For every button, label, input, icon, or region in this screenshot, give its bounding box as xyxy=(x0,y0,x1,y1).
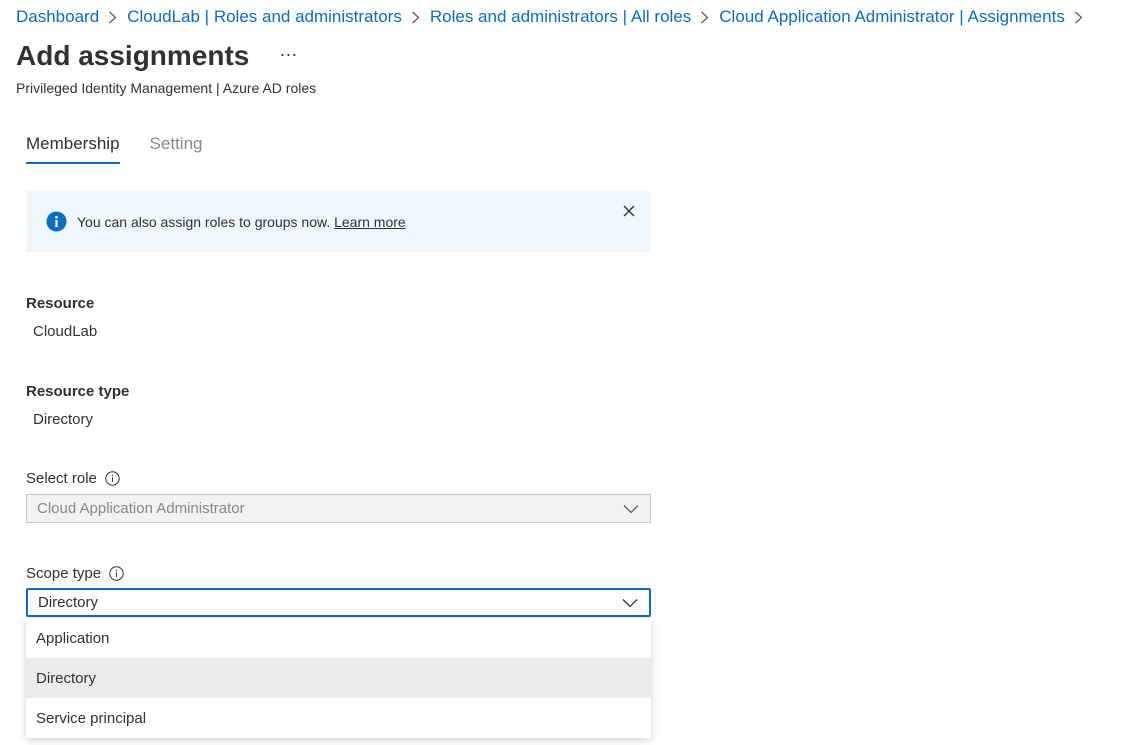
scope-type-dropdown[interactable]: Directory xyxy=(26,588,651,617)
chevron-down-icon xyxy=(623,504,639,513)
scope-type-value: Directory xyxy=(38,594,99,611)
chevron-right-icon xyxy=(411,11,420,24)
page-title: Add assignments xyxy=(16,40,250,71)
select-role-dropdown: Cloud Application Administrator xyxy=(26,494,651,523)
chevron-right-icon xyxy=(108,11,117,24)
breadcrumb-dashboard[interactable]: Dashboard xyxy=(16,7,99,27)
banner-text: You can also assign roles to groups now. xyxy=(77,213,331,230)
info-banner: You can also assign roles to groups now.… xyxy=(26,191,651,252)
tab-setting[interactable]: Setting xyxy=(150,134,203,164)
scope-type-label: Scope type xyxy=(26,565,102,582)
add-assignments-page: Dashboard CloudLab | Roles and administr… xyxy=(0,0,1131,745)
info-circle-icon[interactable] xyxy=(105,471,120,486)
resource-label: Resource xyxy=(26,295,95,312)
info-circle-icon[interactable] xyxy=(109,566,124,581)
learn-more-link[interactable]: Learn more xyxy=(334,214,406,230)
title-row: Add assignments ··· xyxy=(16,40,297,72)
scope-type-options-list: Application Directory Service principal xyxy=(26,618,651,738)
breadcrumb-all-roles[interactable]: Roles and administrators | All roles xyxy=(430,7,691,27)
chevron-down-icon xyxy=(622,598,638,607)
resource-type-value: Directory xyxy=(33,411,94,428)
option-directory[interactable]: Directory xyxy=(26,658,651,698)
select-role-value: Cloud Application Administrator xyxy=(37,500,245,517)
breadcrumb: Dashboard CloudLab | Roles and administr… xyxy=(16,7,1093,27)
info-icon xyxy=(46,211,67,232)
option-service-principal[interactable]: Service principal xyxy=(26,698,651,738)
chevron-right-icon xyxy=(700,11,709,24)
select-role-label: Select role xyxy=(26,470,97,487)
scope-type-label-row: Scope type xyxy=(26,565,124,582)
more-options-button[interactable]: ··· xyxy=(279,45,297,67)
tab-membership[interactable]: Membership xyxy=(26,134,120,164)
breadcrumb-cloudlab-roles[interactable]: CloudLab | Roles and administrators xyxy=(127,7,402,27)
breadcrumb-assignments[interactable]: Cloud Application Administrator | Assign… xyxy=(719,7,1065,27)
resource-value: CloudLab xyxy=(33,323,98,340)
option-application[interactable]: Application xyxy=(26,618,651,658)
chevron-right-icon xyxy=(1074,11,1083,24)
page-subtitle: Privileged Identity Management | Azure A… xyxy=(16,80,317,96)
close-icon[interactable] xyxy=(623,205,635,217)
resource-type-label: Resource type xyxy=(26,383,130,400)
tab-bar: Membership Setting xyxy=(26,134,202,164)
banner-message: You can also assign roles to groups now.… xyxy=(77,214,406,230)
select-role-label-row: Select role xyxy=(26,470,120,487)
